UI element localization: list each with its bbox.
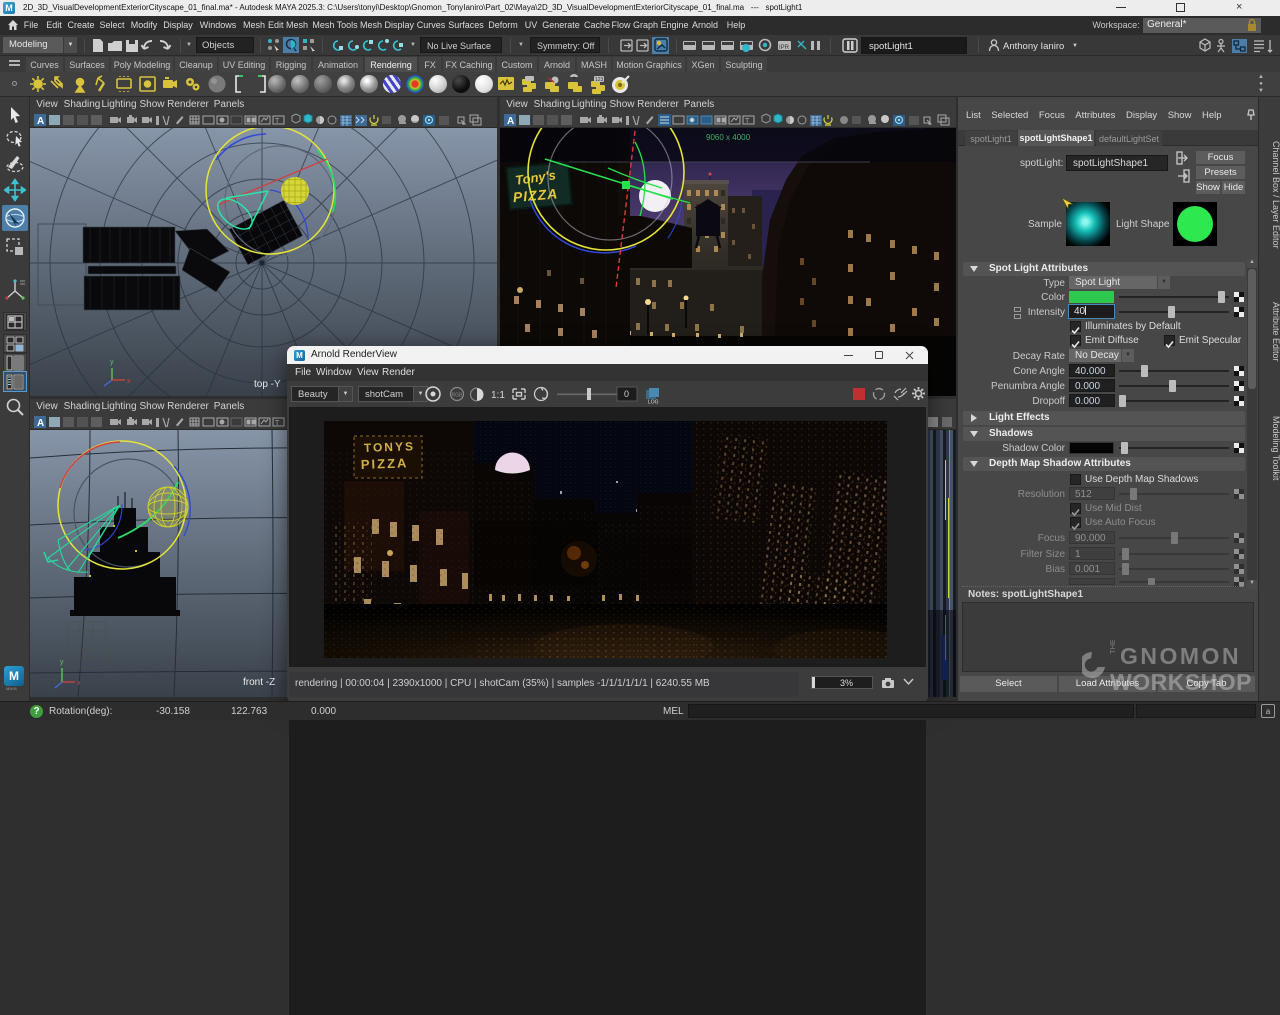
svg-text:1:1: 1:1 (491, 390, 505, 401)
svg-text:T: T (275, 420, 280, 427)
svg-text:y: y (60, 659, 64, 666)
svg-text:A: A (507, 116, 514, 127)
svg-text:x: x (77, 680, 81, 687)
svg-text:RGB: RGB (452, 393, 464, 399)
svg-text:PIZZA: PIZZA (361, 455, 409, 472)
svg-text:y: y (110, 359, 114, 366)
svg-text:TONYS: TONYS (364, 439, 416, 455)
svg-text:T: T (745, 118, 750, 125)
svg-text:IPR: IPR (779, 45, 790, 51)
svg-text:123: 123 (595, 77, 604, 83)
svg-text:A: A (37, 418, 44, 429)
svg-text:T: T (275, 118, 280, 125)
svg-text:9060 x 4000: 9060 x 4000 (706, 133, 751, 142)
svg-text:LOG: LOG (648, 400, 659, 405)
svg-text:0: 0 (624, 389, 629, 399)
svg-text:A: A (37, 116, 44, 127)
svg-text:x: x (127, 378, 131, 385)
